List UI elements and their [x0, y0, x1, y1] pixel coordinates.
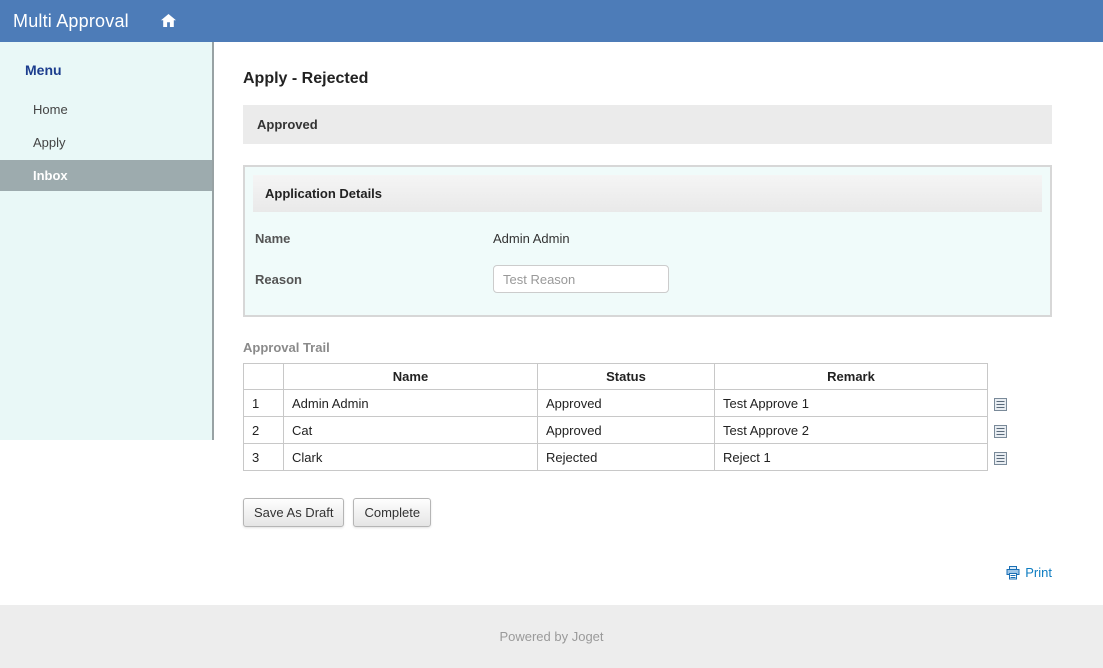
home-icon[interactable] [161, 14, 176, 28]
col-header-name: Name [284, 364, 538, 390]
printer-icon-glyph [1006, 566, 1020, 580]
cell-status: Approved [538, 417, 715, 444]
cell-num: 1 [244, 390, 284, 417]
app-header: Multi Approval [0, 0, 1103, 42]
sidebar-item-apply[interactable]: Apply [0, 127, 212, 158]
row-detail-icon[interactable] [994, 445, 1007, 472]
row-detail-icon[interactable] [994, 418, 1007, 445]
name-label: Name [255, 231, 493, 246]
section-header: Application Details [253, 175, 1042, 212]
footer-text: Powered by Joget [499, 629, 603, 644]
cell-remark: Test Approve 2 [715, 417, 988, 444]
cell-name: Clark [284, 444, 538, 471]
sidebar-item-inbox[interactable]: Inbox [0, 160, 212, 191]
table-row: 2 Cat Approved Test Approve 2 [244, 417, 988, 444]
page-layout: Menu Home Apply Inbox Apply - Rejected A… [0, 42, 1103, 605]
field-row-reason: Reason [253, 265, 1042, 293]
reason-label: Reason [255, 272, 493, 287]
cell-num: 3 [244, 444, 284, 471]
home-icon-glyph [161, 14, 176, 28]
cell-name: Admin Admin [284, 390, 538, 417]
page-footer: Powered by Joget [0, 605, 1103, 668]
table-row: 3 Clark Rejected Reject 1 [244, 444, 988, 471]
menu-title: Menu [0, 58, 212, 94]
cell-remark: Reject 1 [715, 444, 988, 471]
approval-trail: Name Status Remark 1 Admin Admin Approve… [243, 363, 1052, 472]
form-actions: Save As Draft Complete [243, 498, 1052, 527]
cell-status: Rejected [538, 444, 715, 471]
sidebar-menu: Menu Home Apply Inbox [0, 42, 214, 440]
approval-trail-table: Name Status Remark 1 Admin Admin Approve… [243, 363, 988, 471]
application-details-box: Application Details Name Admin Admin Rea… [243, 165, 1052, 317]
table-header-row: Name Status Remark [244, 364, 988, 390]
app-title: Multi Approval [13, 11, 129, 32]
list-icon [994, 425, 1007, 438]
printer-icon[interactable] [1006, 566, 1020, 580]
cell-remark: Test Approve 1 [715, 390, 988, 417]
print-row: Print [243, 565, 1052, 580]
col-header-num [244, 364, 284, 390]
reason-input[interactable] [493, 265, 669, 293]
print-link[interactable]: Print [1025, 565, 1052, 580]
cell-num: 2 [244, 417, 284, 444]
sidebar-item-home[interactable]: Home [0, 94, 212, 125]
sidebar: Menu Home Apply Inbox [0, 42, 214, 605]
row-icons-column [994, 363, 1007, 472]
row-detail-icon[interactable] [994, 391, 1007, 418]
cell-status: Approved [538, 390, 715, 417]
list-icon [994, 398, 1007, 411]
complete-button[interactable]: Complete [353, 498, 431, 527]
main-content: Apply - Rejected Approved Application De… [214, 42, 1103, 605]
status-bar: Approved [243, 105, 1052, 144]
list-icon [994, 452, 1007, 465]
col-header-remark: Remark [715, 364, 988, 390]
col-header-status: Status [538, 364, 715, 390]
field-row-name: Name Admin Admin [253, 231, 1042, 246]
name-value: Admin Admin [493, 231, 570, 246]
table-row: 1 Admin Admin Approved Test Approve 1 [244, 390, 988, 417]
save-as-draft-button[interactable]: Save As Draft [243, 498, 344, 527]
cell-name: Cat [284, 417, 538, 444]
page-title: Apply - Rejected [243, 70, 1052, 88]
approval-trail-title: Approval Trail [243, 340, 1052, 355]
